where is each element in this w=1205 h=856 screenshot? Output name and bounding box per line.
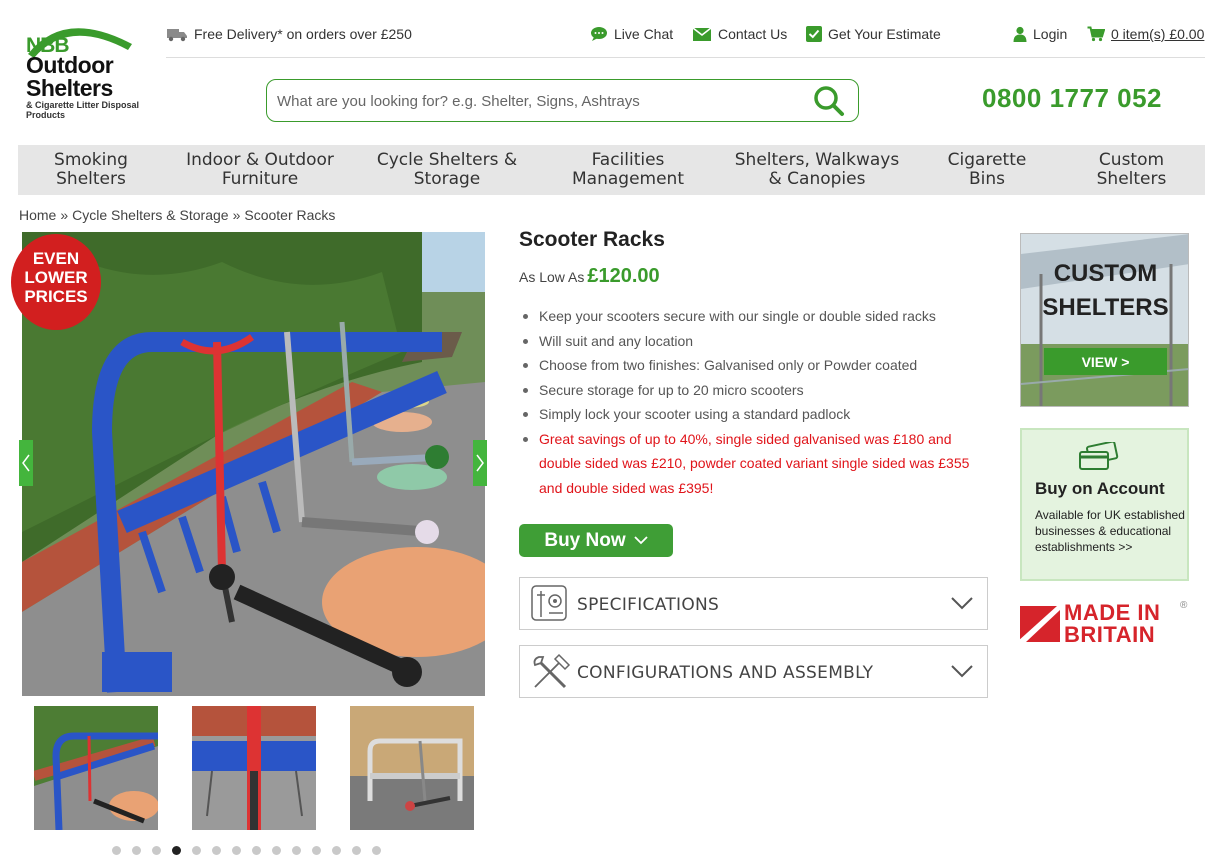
feature-list: Keep your scooters secure with our singl… xyxy=(522,304,992,500)
nav-item-shelters-walkways[interactable]: Shelters, Walkways & Canopies xyxy=(718,145,916,195)
chevron-down-icon xyxy=(951,665,973,678)
chat-icon xyxy=(591,27,607,41)
price-prefix: As Low As xyxy=(519,269,585,285)
feature-item: Secure storage for up to 20 micro scoote… xyxy=(522,378,992,403)
gallery-dot[interactable] xyxy=(212,846,221,855)
checkbox-icon xyxy=(806,26,822,42)
delivery-text: Free Delivery* on orders over £250 xyxy=(194,26,412,42)
cart-summary: 0 item(s) £0.00 xyxy=(1111,26,1205,42)
gallery-dot[interactable] xyxy=(252,846,261,855)
delivery-notice: Free Delivery* on orders over £250 xyxy=(166,26,412,42)
cart-icon xyxy=(1087,26,1105,42)
custom-banner-line2: SHELTERS xyxy=(1042,294,1169,321)
gallery-dot[interactable] xyxy=(332,846,341,855)
chevron-down-icon xyxy=(951,597,973,610)
gallery-dot[interactable] xyxy=(272,846,281,855)
phone-number[interactable]: 0800 1777 052 xyxy=(982,83,1162,114)
union-flag-icon xyxy=(1020,604,1060,642)
custom-view-button[interactable]: VIEW > xyxy=(1044,348,1167,375)
site-logo[interactable]: NBB Outdoor Shelters & Cigarette Litter … xyxy=(22,12,142,134)
gallery-dot[interactable] xyxy=(172,846,181,855)
custom-banner-line1: CUSTOM xyxy=(1053,260,1158,287)
search-box xyxy=(266,79,859,122)
thumbnail-strip xyxy=(34,706,474,830)
login-link[interactable]: Login xyxy=(1013,26,1067,42)
configurations-label: CONFIGURATIONS AND ASSEMBLY xyxy=(577,663,874,683)
search-icon[interactable] xyxy=(812,85,846,117)
chevron-down-icon xyxy=(634,536,648,545)
nav-item-custom-shelters[interactable]: Custom Shelters xyxy=(1058,145,1205,195)
gallery-dot[interactable] xyxy=(132,846,141,855)
gallery-dot[interactable] xyxy=(152,846,161,855)
gallery-dot[interactable] xyxy=(292,846,301,855)
specification-sheet-icon xyxy=(531,585,567,621)
main-nav: Smoking Shelters Indoor & Outdoor Furnit… xyxy=(18,145,1205,195)
made-in-britain-logo: MADE IN ® BRITAIN xyxy=(1020,600,1190,646)
made-in-text: MADE IN xyxy=(1064,600,1161,625)
search-input[interactable] xyxy=(277,88,797,114)
login-label: Login xyxy=(1033,26,1068,42)
breadcrumb-separator: » xyxy=(60,207,69,223)
product-title: Scooter Racks xyxy=(519,228,665,251)
specifications-label: SPECIFICATIONS xyxy=(577,595,720,615)
feature-item: Will suit and any location xyxy=(522,329,992,354)
estimate-label: Get Your Estimate xyxy=(828,26,941,42)
thumbnail-1[interactable] xyxy=(34,706,158,830)
nav-item-facilities-management[interactable]: Facilities Management xyxy=(538,145,718,195)
feature-item: Simply lock your scooter using a standar… xyxy=(522,402,992,427)
cart-link[interactable]: 0 item(s) £0.00 xyxy=(1087,26,1204,42)
britain-text: BRITAIN xyxy=(1064,622,1156,647)
chevron-right-icon xyxy=(476,454,484,472)
gallery-pagination xyxy=(112,846,381,855)
breadcrumb-separator: » xyxy=(232,207,241,223)
nav-item-cycle-shelters[interactable]: Cycle Shelters & Storage xyxy=(356,145,538,195)
nav-item-indoor-outdoor-furniture[interactable]: Indoor & Outdoor Furniture xyxy=(164,145,356,195)
envelope-icon xyxy=(692,26,712,41)
gallery-dot[interactable] xyxy=(312,846,321,855)
price-value: £120.00 xyxy=(587,265,660,287)
truck-icon xyxy=(167,29,187,42)
breadcrumb-current: Scooter Racks xyxy=(244,207,336,223)
live-chat-link[interactable]: Live Chat xyxy=(590,26,673,42)
gallery-dot[interactable] xyxy=(232,846,241,855)
gallery-dot[interactable] xyxy=(192,846,201,855)
top-bar: Free Delivery* on orders over £250 Live … xyxy=(166,20,1205,58)
custom-shelters-banner[interactable]: CUSTOM SHELTERS VIEW > xyxy=(1020,233,1189,407)
specifications-accordion[interactable]: SPECIFICATIONS xyxy=(519,577,988,630)
buy-now-button[interactable]: Buy Now xyxy=(519,524,673,557)
breadcrumb-home[interactable]: Home xyxy=(19,207,56,223)
gallery-dot[interactable] xyxy=(352,846,361,855)
estimate-link[interactable]: Get Your Estimate xyxy=(806,26,941,42)
thumbnail-2[interactable] xyxy=(192,706,316,830)
breadcrumb-category[interactable]: Cycle Shelters & Storage xyxy=(72,207,228,223)
chevron-left-icon xyxy=(22,454,30,472)
user-icon xyxy=(1013,26,1027,42)
feature-item: Choose from two finishes: Galvanised onl… xyxy=(522,353,992,378)
thumbnail-3[interactable] xyxy=(350,706,474,830)
nav-item-cigarette-bins[interactable]: Cigarette Bins xyxy=(916,145,1058,195)
breadcrumb: Home » Cycle Shelters & Storage » Scoote… xyxy=(19,207,335,223)
buy-on-account-panel[interactable]: Buy on Account Available for UK establis… xyxy=(1020,428,1189,581)
account-description: Available for UK established businesses … xyxy=(1035,508,1185,554)
gallery-dot[interactable] xyxy=(112,846,121,855)
even-lower-prices-badge: EVEN LOWER PRICES xyxy=(11,234,101,330)
contact-link[interactable]: Contact Us xyxy=(692,26,787,42)
gallery-dot[interactable] xyxy=(372,846,381,855)
logo-shelters: Shelters xyxy=(26,75,113,101)
configurations-accordion[interactable]: CONFIGURATIONS AND ASSEMBLY xyxy=(519,645,988,698)
nav-item-smoking-shelters[interactable]: Smoking Shelters xyxy=(18,145,164,195)
credit-card-icon xyxy=(1079,442,1119,470)
gallery-next-button[interactable] xyxy=(473,440,487,486)
account-title: Buy on Account xyxy=(1035,479,1165,498)
tools-icon xyxy=(533,653,571,689)
feature-item: Keep your scooters secure with our singl… xyxy=(522,304,992,329)
buy-now-label: Buy Now xyxy=(544,529,626,551)
savings-highlight: Great savings of up to 40%, single sided… xyxy=(522,427,992,501)
gallery-prev-button[interactable] xyxy=(19,440,33,486)
live-chat-label: Live Chat xyxy=(614,26,674,42)
product-price: As Low As £120.00 xyxy=(519,265,660,288)
contact-label: Contact Us xyxy=(718,26,788,42)
logo-tagline: & Cigarette Litter Disposal Products xyxy=(26,100,140,120)
registered-mark: ® xyxy=(1180,600,1188,611)
